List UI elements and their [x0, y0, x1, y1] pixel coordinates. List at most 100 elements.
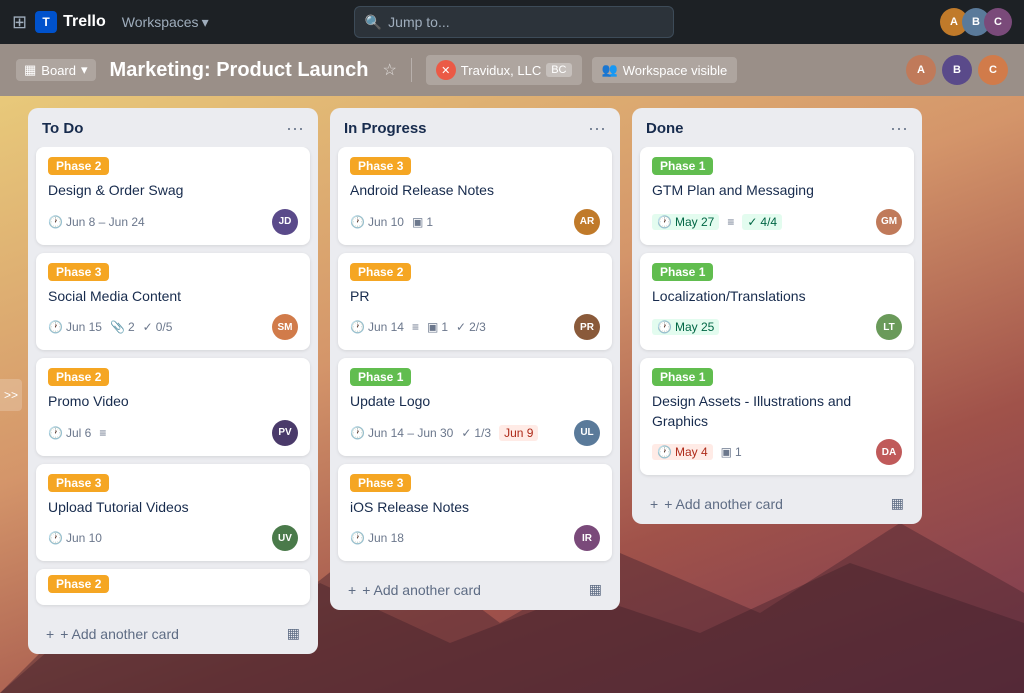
search-bar[interactable]: 🔍 Jump to...	[354, 6, 674, 38]
card-avatar: LT	[876, 314, 902, 340]
book-icon: ▣	[721, 445, 732, 459]
add-card-inprogress[interactable]: + + Add another card ▦	[338, 573, 612, 606]
header-avatar-3[interactable]: C	[978, 55, 1008, 85]
card-upload-tutorial[interactable]: Phase 3 Upload Tutorial Videos 🕐 Jun 10 …	[36, 464, 310, 562]
board-view-button[interactable]: ▦ Board ▾	[16, 59, 96, 81]
list-todo-menu[interactable]: ···	[286, 118, 304, 139]
card-date: 🕐 Jun 14	[350, 320, 404, 334]
lines-icon: ≡	[727, 215, 734, 229]
clock-icon: 🕐	[657, 445, 672, 459]
list-inprogress-header: In Progress ···	[330, 108, 620, 147]
template-icon: ▦	[287, 625, 300, 642]
clock-icon: 🕐	[48, 215, 63, 229]
card-localization[interactable]: Phase 1 Localization/Translations 🕐 May …	[640, 253, 914, 351]
card-title: Social Media Content	[48, 287, 298, 307]
card-date: 🕐 Jun 10	[48, 531, 102, 545]
card-date: 🕐 Jun 15	[48, 320, 102, 334]
card-footer: 🕐 Jul 6 ≡ PV	[48, 420, 298, 446]
card-avatar: DA	[876, 439, 902, 465]
card-attachments: 📎 2	[110, 320, 135, 334]
card-date-green: 🕐 May 27	[652, 214, 719, 230]
card-date: 🕐 Jun 14 – Jun 30	[350, 426, 453, 440]
card-design-order-swag[interactable]: Phase 2 Design & Order Swag 🕐 Jun 8 – Ju…	[36, 147, 310, 245]
card-title: Design & Order Swag	[48, 181, 298, 201]
card-footer: 🕐 May 4 ▣ 1 DA	[652, 439, 902, 465]
template-icon: ▦	[891, 495, 904, 512]
list-todo-title: To Do	[42, 120, 83, 137]
card-checklist: ✓ 1/3	[461, 426, 491, 440]
list-done-menu[interactable]: ···	[890, 118, 908, 139]
card-title: Localization/Translations	[652, 287, 902, 307]
workspaces-menu[interactable]: Workspaces ▾	[114, 10, 217, 35]
card-avatar: SM	[272, 314, 298, 340]
list-inprogress: In Progress ··· Phase 3 Android Release …	[330, 108, 620, 610]
visibility-button[interactable]: 👥 Workspace visible	[592, 57, 738, 83]
card-partial[interactable]: Phase 2	[36, 569, 310, 605]
card-tag: Phase 3	[350, 157, 411, 175]
card-gtm-plan[interactable]: Phase 1 GTM Plan and Messaging 🕐 May 27 …	[640, 147, 914, 245]
lines-icon: ≡	[99, 426, 106, 440]
card-date: 🕐 Jun 18	[350, 531, 404, 545]
card-design-assets[interactable]: Phase 1 Design Assets - Illustrations an…	[640, 358, 914, 475]
card-pr[interactable]: Phase 2 PR 🕐 Jun 14 ≡ ▣	[338, 253, 612, 351]
card-avatar: UL	[574, 420, 600, 446]
workspace-icon: ✕	[436, 60, 456, 80]
check-icon: ✓	[747, 215, 757, 229]
card-footer: 🕐 Jun 10 ▣ 1 AR	[350, 209, 600, 235]
card-title: Update Logo	[350, 392, 600, 412]
card-title: iOS Release Notes	[350, 498, 600, 518]
card-tag: Phase 1	[652, 368, 713, 386]
card-update-logo[interactable]: Phase 1 Update Logo 🕐 Jun 14 – Jun 30 ✓ …	[338, 358, 612, 456]
star-button[interactable]: ☆	[382, 60, 396, 80]
card-desc: ≡	[412, 320, 419, 334]
list-todo-cards: Phase 2 Design & Order Swag 🕐 Jun 8 – Ju…	[28, 147, 318, 613]
card-title: PR	[350, 287, 600, 307]
list-todo: To Do ··· Phase 2 Design & Order Swag 🕐 …	[28, 108, 318, 654]
book-icon: ▣	[427, 320, 438, 334]
card-date-green: 🕐 May 25	[652, 319, 719, 335]
clock-icon: 🕐	[48, 531, 63, 545]
header-avatar-1[interactable]: A	[906, 55, 936, 85]
list-done: Done ··· Phase 1 GTM Plan and Messaging …	[632, 108, 922, 524]
plus-icon: +	[46, 626, 54, 642]
card-promo-video[interactable]: Phase 2 Promo Video 🕐 Jul 6 ≡ PV	[36, 358, 310, 456]
collapse-toggle[interactable]: >>	[0, 379, 22, 411]
card-footer: 🕐 Jun 10 UV	[48, 525, 298, 551]
card-footer: 🕐 Jun 15 📎 2 ✓ 0/5	[48, 314, 298, 340]
avatar-3: C	[984, 8, 1012, 36]
paperclip-icon: 📎	[110, 320, 125, 334]
list-done-cards: Phase 1 GTM Plan and Messaging 🕐 May 27 …	[632, 147, 922, 483]
card-desc: ≡	[99, 426, 106, 440]
search-icon: 🔍	[365, 14, 382, 31]
list-inprogress-menu[interactable]: ···	[588, 118, 606, 139]
clock-icon: 🕐	[350, 426, 365, 440]
list-inprogress-title: In Progress	[344, 120, 427, 137]
card-checklist: ✓ 0/5	[143, 320, 173, 334]
card-title: Design Assets - Illustrations and Graphi…	[652, 392, 902, 431]
add-card-todo[interactable]: + + Add another card ▦	[36, 617, 310, 650]
trello-logo-icon: T	[35, 11, 57, 33]
header-avatar-2[interactable]: B	[942, 55, 972, 85]
lists-container: To Do ··· Phase 2 Design & Order Swag 🕐 …	[28, 108, 1008, 681]
card-android-release[interactable]: Phase 3 Android Release Notes 🕐 Jun 10 ▣…	[338, 147, 612, 245]
grid-icon[interactable]: ⊞	[12, 12, 27, 33]
card-ios-release[interactable]: Phase 3 iOS Release Notes 🕐 Jun 18 IR	[338, 464, 612, 562]
card-social-media[interactable]: Phase 3 Social Media Content 🕐 Jun 15 📎 …	[36, 253, 310, 351]
workspace-button[interactable]: ✕ Travidux, LLC BC	[426, 55, 582, 85]
trello-logo[interactable]: T Trello	[35, 11, 106, 33]
clock-icon: 🕐	[48, 320, 63, 334]
card-date: 🕐 Jun 8 – Jun 24	[48, 215, 145, 229]
card-title: GTM Plan and Messaging	[652, 181, 902, 201]
card-tag: Phase 2	[350, 263, 411, 281]
plus-icon: +	[348, 582, 356, 598]
card-date: 🕐 Jun 10	[350, 215, 404, 229]
clock-icon: 🕐	[657, 215, 672, 229]
add-card-done[interactable]: + + Add another card ▦	[640, 487, 914, 520]
card-title: Promo Video	[48, 392, 298, 412]
card-avatar: PV	[272, 420, 298, 446]
user-avatars[interactable]: A B C	[940, 8, 1012, 36]
card-avatar: PR	[574, 314, 600, 340]
card-tag: Phase 3	[48, 474, 109, 492]
card-book: ▣ 1	[427, 320, 448, 334]
card-date: 🕐 Jul 6	[48, 426, 91, 440]
